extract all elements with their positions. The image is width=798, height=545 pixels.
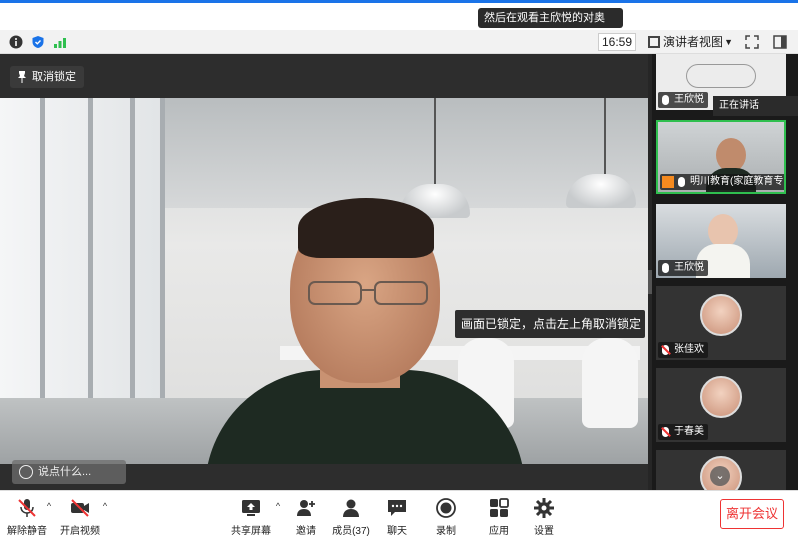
avatar xyxy=(700,376,742,418)
leave-meeting-button[interactable]: 离开会议 xyxy=(720,499,784,529)
sidebar-toggle-icon[interactable] xyxy=(772,34,788,50)
view-icon xyxy=(648,36,660,48)
record-button[interactable]: 录制 xyxy=(421,495,471,543)
members-icon xyxy=(343,499,359,517)
camera-off-icon xyxy=(71,499,89,517)
tile-label: 王欣悦 xyxy=(658,260,708,276)
record-icon xyxy=(436,498,456,518)
gear-icon xyxy=(534,498,554,518)
shield-icon[interactable] xyxy=(30,34,46,50)
meeting-timer: 16:59 xyxy=(598,33,636,51)
mic-off-icon xyxy=(18,499,36,517)
main-video-area[interactable]: 取消锁定 画面已锁定，点击左上角取消锁定 说点什么... xyxy=(0,54,648,490)
chevron-up-icon[interactable]: ^ xyxy=(44,501,54,511)
invite-button[interactable]: 邀请 xyxy=(281,495,331,543)
pin-icon xyxy=(18,71,26,83)
meeting-window: 然后在观看主欣悦的对奥 16:59 演讲者视图 ▼ 取消锁定 画面已锁定，点击左… xyxy=(0,0,798,545)
notification-banner[interactable]: 然后在观看主欣悦的对奥 xyxy=(478,8,623,28)
participant-tile[interactable]: 明川教育(家庭教育专家) xyxy=(656,120,786,194)
settings-button[interactable]: 设置 xyxy=(519,495,569,543)
unpin-button[interactable]: 取消锁定 xyxy=(10,66,84,88)
members-button[interactable]: 成员(37) xyxy=(326,495,376,543)
control-bar: 解除静音 ^ 开启视频 ^ 共享屏幕 ^ 邀请 成员(37) 聊天 录制 应用 … xyxy=(0,490,798,545)
share-screen-button[interactable]: 共享屏幕 xyxy=(226,495,276,543)
tile-label: 于春美 xyxy=(658,424,708,440)
emoji-icon xyxy=(19,465,33,479)
quick-chat-input[interactable]: 说点什么... xyxy=(12,460,126,484)
chevron-down-icon[interactable]: ⌄ xyxy=(710,466,730,486)
chevron-down-icon: ▼ xyxy=(724,37,733,47)
chevron-up-icon[interactable]: ^ xyxy=(100,501,110,511)
chat-button[interactable]: 聊天 xyxy=(372,495,422,543)
glasses xyxy=(308,281,428,305)
participant-tile[interactable]: 张佳欢 xyxy=(656,286,786,360)
quick-chat-placeholder: 说点什么... xyxy=(38,466,92,478)
apps-icon xyxy=(490,498,509,517)
top-strip: 然后在观看主欣悦的对奥 xyxy=(0,0,798,30)
chair xyxy=(582,338,638,428)
participant-gallery: 王欣悦 明川教育(家庭教育专家) 王欣悦 张佳欢 于春美 xyxy=(652,54,798,490)
lock-tooltip: 画面已锁定，点击左上角取消锁定 xyxy=(455,310,645,338)
participant-tile[interactable]: 于春美 xyxy=(656,368,786,442)
apps-button[interactable]: 应用 xyxy=(474,495,524,543)
fullscreen-icon[interactable] xyxy=(744,34,760,50)
avatar xyxy=(700,294,742,336)
unpin-label: 取消锁定 xyxy=(32,71,76,83)
view-switch-button[interactable]: 演讲者视图 ▼ xyxy=(645,33,737,51)
info-icon[interactable] xyxy=(8,34,24,50)
view-label: 演讲者视图 xyxy=(663,35,724,49)
add-user-icon xyxy=(297,500,315,516)
meeting-toolbar: 16:59 演讲者视图 ▼ xyxy=(0,30,798,54)
chat-icon xyxy=(388,500,406,516)
speaking-indicator: 正在讲话 xyxy=(713,96,798,116)
share-screen-icon xyxy=(242,500,260,516)
speaker-video xyxy=(0,98,648,464)
tile-label: 明川教育(家庭教育专家) xyxy=(660,174,784,190)
signal-icon[interactable] xyxy=(52,34,68,50)
start-video-button[interactable]: 开启视频 xyxy=(55,495,105,543)
tile-label: 王欣悦 xyxy=(658,92,708,108)
participant-tile[interactable]: 王欣悦 xyxy=(656,204,786,278)
tile-label: 张佳欢 xyxy=(658,342,708,358)
